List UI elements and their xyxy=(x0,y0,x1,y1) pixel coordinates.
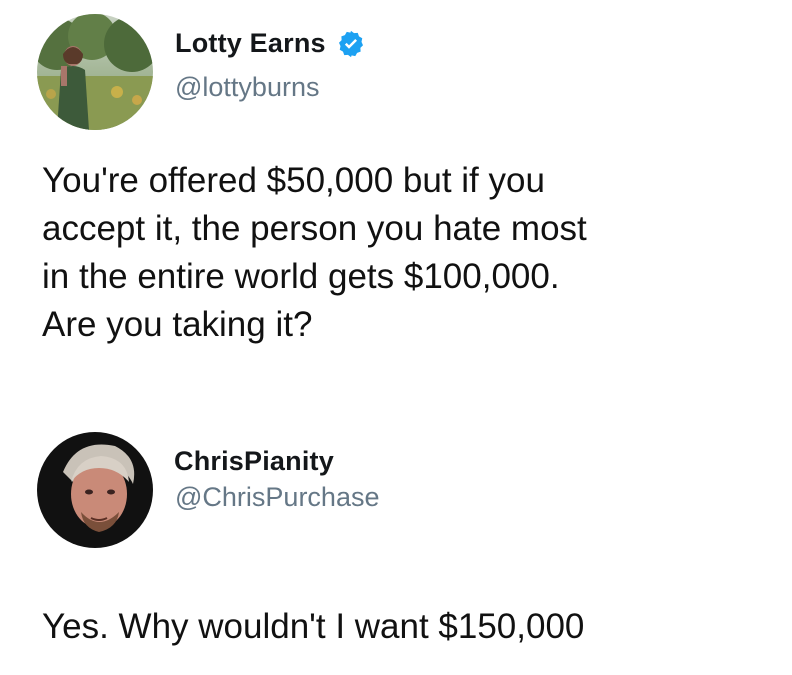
avatar-lotty[interactable] xyxy=(37,14,153,130)
avatar-photo-portrait xyxy=(37,432,153,548)
user-handle[interactable]: @lottyburns xyxy=(175,72,319,103)
tweet-original: Lotty Earns @lottyburns You're offered $… xyxy=(0,0,792,380)
user-handle[interactable]: @ChrisPurchase xyxy=(175,482,379,513)
tweet-body: Yes. Why wouldn't I want $150,000 xyxy=(42,607,585,646)
display-name[interactable]: ChrisPianity xyxy=(174,446,334,477)
tweet-reply: ChrisPianity @ChrisPurchase Yes. Why wou… xyxy=(0,420,792,675)
verified-badge-icon xyxy=(336,29,366,59)
display-name[interactable]: Lotty Earns xyxy=(175,28,326,59)
avatar-photo-outdoor xyxy=(37,14,153,130)
tweet-body: You're offered $50,000 but if you accept… xyxy=(42,161,587,344)
avatar-chris[interactable] xyxy=(37,432,153,548)
